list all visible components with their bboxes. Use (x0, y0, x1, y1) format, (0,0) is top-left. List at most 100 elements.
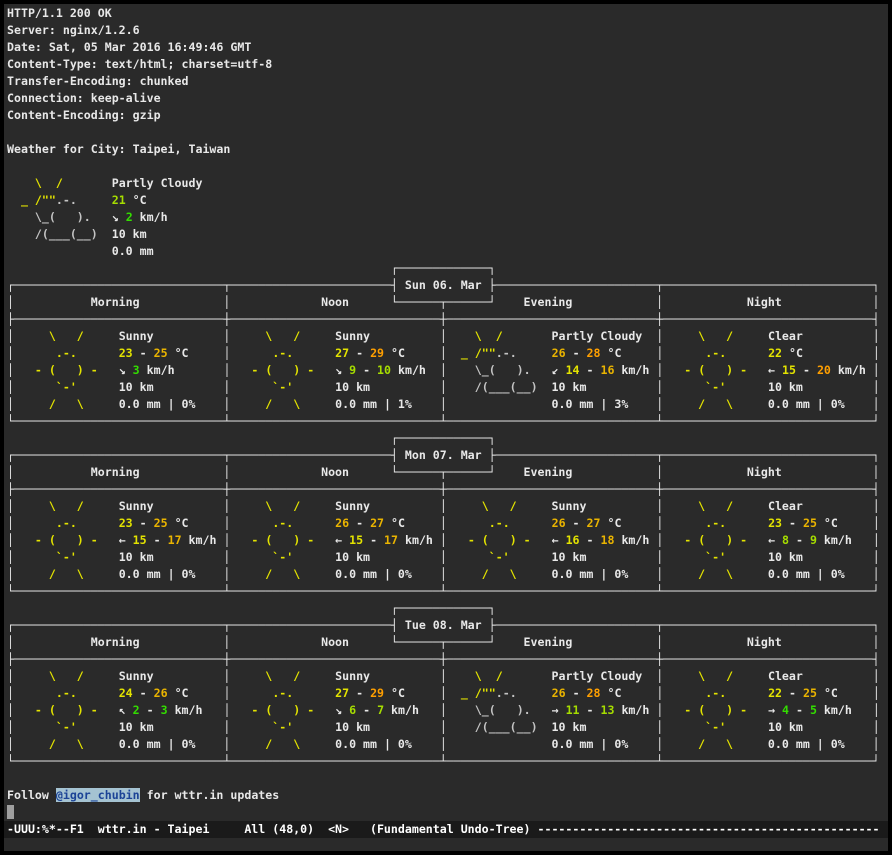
text-run (761, 397, 768, 411)
text-run (112, 567, 119, 581)
text-run: └──────────────────────────────┴────────… (7, 754, 880, 768)
text-run (538, 720, 545, 734)
text-run: ┌─────────────┐ (7, 261, 496, 275)
text-run (517, 567, 545, 581)
text-run (84, 669, 112, 683)
text-run (761, 720, 768, 734)
text-run (112, 329, 119, 343)
text-run: │ (873, 737, 880, 751)
text-run (105, 244, 112, 258)
text-run: 20 (817, 363, 831, 377)
text-run (412, 737, 440, 751)
text-run: ← (768, 363, 782, 377)
text-run: 0.0 mm | 0% (768, 567, 845, 581)
text-run (503, 329, 545, 343)
text-run: │ (7, 669, 14, 683)
text-run: 26 (335, 516, 349, 530)
text-run: km/h (140, 363, 175, 377)
text-run (112, 380, 119, 394)
text-run (77, 193, 105, 207)
text-run (545, 550, 552, 564)
text-run (77, 516, 112, 530)
text-run: 26 (552, 686, 566, 700)
terminal-line: │ Morning │ Noon └──────┬──────┘ Evening… (7, 464, 888, 481)
text-run: °C (601, 346, 622, 360)
text-run (203, 703, 224, 717)
text-run (845, 737, 873, 751)
text-run: °C (601, 516, 622, 530)
text-run: °C (601, 686, 622, 700)
text-run: \ / (230, 499, 300, 513)
text-run (7, 176, 35, 190)
text-run: - ( ) - (663, 533, 747, 547)
text-run: .-. (663, 346, 726, 360)
text-run (112, 499, 119, 513)
text-run: │ (440, 533, 447, 547)
text-run (538, 380, 545, 394)
text-run: °C (384, 516, 405, 530)
text-run (77, 720, 112, 734)
text-run: .-. (663, 686, 726, 700)
text-run (733, 499, 761, 513)
terminal-line: /(___(__) 10 km (7, 226, 888, 243)
text-run: │ (7, 363, 14, 377)
text-run: km/h (817, 703, 852, 717)
text-run: 10 km (119, 380, 154, 394)
text-run: │ (873, 720, 880, 734)
text-run: └──────────────────────────────┴────────… (7, 414, 880, 428)
text-run: 10 km (119, 720, 154, 734)
text-run (531, 533, 545, 547)
text-run (447, 686, 461, 700)
text-run (447, 669, 475, 683)
text-run (803, 499, 873, 513)
text-run: 0.0 mm | 0% (335, 567, 412, 581)
text-run: - ( ) - (447, 533, 531, 547)
text-run: km/h (133, 210, 168, 224)
text-run (98, 363, 112, 377)
terminal-line: │ / \ 0.0 mm | 0% │ / \ 0.0 mm | 0% │ 0.… (7, 736, 888, 753)
text-run: .-. (230, 346, 293, 360)
text-run (545, 499, 552, 513)
text-run: - (782, 516, 803, 530)
text-run: │ (440, 346, 447, 360)
text-run (84, 499, 112, 513)
text-run (314, 363, 328, 377)
text-run: °C (817, 516, 838, 530)
text-run: 15 (349, 533, 363, 547)
text-run: - (789, 703, 810, 717)
text-run: │ (440, 703, 447, 717)
twitter-handle-link[interactable]: @igor_chubin (56, 788, 140, 802)
text-run: .-. (14, 346, 77, 360)
text-run: │ Morning │ Noon └──────┬──────┘ Evening… (7, 465, 880, 479)
text-run: `-' (663, 720, 726, 734)
text-run: ← (552, 533, 566, 547)
text-run (112, 397, 119, 411)
text-run (154, 499, 224, 513)
text-run: 27 (370, 516, 384, 530)
text-run: │ (7, 516, 14, 530)
text-run (154, 669, 224, 683)
text-run (510, 516, 545, 530)
text-run: ↖ (119, 703, 133, 717)
text-run: 28 (587, 686, 601, 700)
terminal-line: │ `-' 10 km │ `-' 10 km │ `-' 10 km │ `-… (7, 549, 888, 566)
text-run: ├──────────────────────────────┼────────… (7, 312, 880, 326)
text-run: / \ (14, 567, 84, 581)
text-run (300, 329, 328, 343)
text-run: \ / (230, 329, 300, 343)
text-run: \ / (663, 329, 733, 343)
text-run: 25 (803, 516, 817, 530)
text-run: / \ (663, 737, 733, 751)
text-run (803, 380, 873, 394)
terminal-line: └──────────────────────────────┴────────… (7, 753, 888, 770)
text-run: Clear (768, 499, 803, 513)
text-run: 4 (782, 703, 789, 717)
text-run (545, 397, 552, 411)
text-run (7, 210, 35, 224)
text-run: - (580, 533, 601, 547)
text-run: for wttr.in updates (140, 788, 280, 802)
text-run: 0.0 mm | 0% (119, 567, 196, 581)
text-run (419, 703, 440, 717)
terminal-line: │ .-. 23 - 25 °C │ .-. 27 - 29 °C │ _ /"… (7, 345, 888, 362)
text-run: │ (440, 737, 447, 751)
